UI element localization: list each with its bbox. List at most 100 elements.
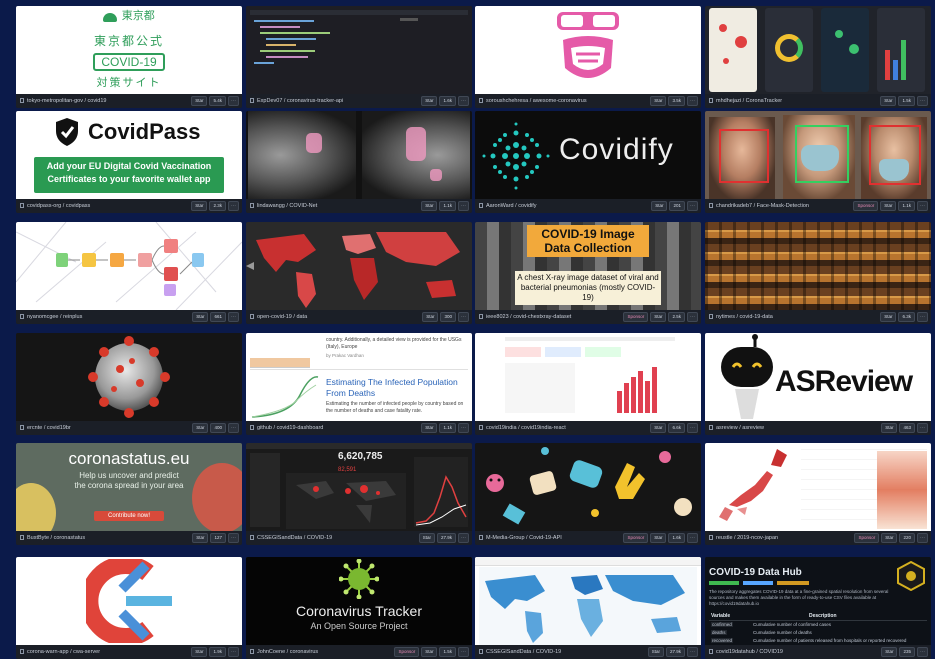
more-options-icon[interactable]: ⋯ — [917, 423, 928, 433]
star-button[interactable]: Star — [881, 533, 898, 543]
repo-card[interactable]: reustle / 2019-ncov-japan Sponsor Star 220… — [705, 443, 931, 545]
more-options-icon[interactable]: ⋯ — [917, 201, 928, 211]
article-title[interactable]: Estimating The Infected Population From … — [326, 377, 466, 399]
sponsor-button[interactable]: Sponsor — [623, 312, 649, 322]
more-options-icon[interactable]: ⋯ — [458, 96, 469, 106]
repo-card[interactable]: ExpDev07 / coronavirus-tracker-api Star 1… — [246, 6, 472, 108]
more-options-icon[interactable]: ⋯ — [687, 533, 698, 543]
repo-link[interactable]: M-Media-Group / Covid-19-API — [486, 535, 562, 541]
repo-card[interactable]: country. Additionally, a detailed view i… — [246, 333, 472, 435]
repo-card[interactable]: Covidify AaronWard / covidify Star 201 ⋯ — [475, 111, 701, 213]
repo-link[interactable]: soroushchehresa / awesome-coronavirus — [486, 98, 587, 104]
repo-link[interactable]: ExpDev07 / coronavirus-tracker-api — [257, 98, 343, 104]
more-options-icon[interactable]: ⋯ — [458, 533, 469, 543]
repo-card[interactable]: ercnte / covid19br Star 400 ⋯ — [16, 333, 242, 435]
repo-link[interactable]: CSSEGISandData / COVID-19 — [257, 535, 332, 541]
repo-link[interactable]: mhdhejazi / CoronaTracker — [716, 98, 782, 104]
more-options-icon[interactable]: ⋯ — [458, 647, 469, 657]
repo-link[interactable]: open-covid-19 / data — [257, 314, 307, 320]
star-button[interactable]: Star — [421, 423, 438, 433]
more-options-icon[interactable]: ⋯ — [228, 312, 239, 322]
repo-card[interactable]: mhdhejazi / CoronaTracker Star 1.5k ⋯ — [705, 6, 931, 108]
repo-link[interactable]: JohnCoene / coronavirus — [257, 649, 318, 655]
contribute-button[interactable]: Contribute now! — [94, 511, 164, 521]
sponsor-button[interactable]: Sponsor — [394, 647, 420, 657]
star-button[interactable]: Star — [651, 201, 668, 211]
star-button[interactable]: Star — [647, 647, 664, 657]
more-options-icon[interactable]: ⋯ — [458, 423, 469, 433]
more-options-icon[interactable]: ⋯ — [458, 312, 469, 322]
star-button[interactable]: Star — [192, 423, 209, 433]
more-options-icon[interactable]: ⋯ — [687, 647, 698, 657]
repo-card[interactable]: covid19india / covid19india-react Star 6.… — [475, 333, 701, 435]
repo-link[interactable]: nyanomcgee / reinplus — [27, 314, 82, 320]
more-options-icon[interactable]: ⋯ — [917, 312, 928, 322]
repo-card[interactable]: CovidPass Add your EU Digital Covid Vacc… — [16, 111, 242, 213]
repo-link[interactable]: AaronWard / covidify — [486, 203, 537, 209]
more-options-icon[interactable]: ⋯ — [228, 201, 239, 211]
more-options-icon[interactable]: ⋯ — [687, 423, 698, 433]
star-button[interactable]: Star — [191, 201, 208, 211]
repo-card[interactable]: 6,620,785 82,591 CSSEGISandData / COVID-… — [246, 443, 472, 545]
star-button[interactable]: Star — [881, 647, 898, 657]
star-button[interactable]: Star — [192, 312, 209, 322]
more-options-icon[interactable]: ⋯ — [228, 647, 239, 657]
more-options-icon[interactable]: ⋯ — [228, 533, 239, 543]
sponsor-button[interactable]: Sponsor — [853, 201, 879, 211]
star-button[interactable]: Star — [880, 312, 897, 322]
more-options-icon[interactable]: ⋯ — [228, 96, 239, 106]
more-options-icon[interactable]: ⋯ — [228, 423, 239, 433]
more-options-icon[interactable]: ⋯ — [917, 96, 928, 106]
more-options-icon[interactable]: ⋯ — [687, 201, 698, 211]
repo-link[interactable]: chandrikadeb7 / Face-Mask-Detection — [716, 203, 809, 209]
repo-link[interactable]: reustle / 2019-ncov-japan — [716, 535, 778, 541]
more-options-icon[interactable]: ⋯ — [917, 533, 928, 543]
star-button[interactable]: Star — [880, 96, 897, 106]
star-button[interactable]: Star — [191, 647, 208, 657]
repo-card[interactable]: M-Media-Group / Covid-19-API Sponsor Star… — [475, 443, 701, 545]
star-button[interactable]: Star — [418, 533, 435, 543]
repo-link[interactable]: tokyo-metropolitan-gov / covid19 — [27, 98, 106, 104]
star-button[interactable]: Star — [650, 312, 667, 322]
more-options-icon[interactable]: ⋯ — [687, 96, 698, 106]
repo-card[interactable]: COVID-19 Data Hub The repository aggrega… — [705, 557, 931, 659]
star-button[interactable]: Star — [880, 201, 897, 211]
more-options-icon[interactable]: ⋯ — [687, 312, 698, 322]
repo-link[interactable]: asreview / asreview — [716, 425, 764, 431]
sponsor-button[interactable]: Sponsor — [854, 533, 880, 543]
repo-card[interactable]: nytimes / covid-19-data Star 6.3k ⋯ — [705, 222, 931, 324]
repo-link[interactable]: lindawangg / COVID-Net — [257, 203, 317, 209]
repo-card[interactable]: Coronavirus Tracker An Open Source Proje… — [246, 557, 472, 659]
repo-card[interactable]: chandrikadeb7 / Face-Mask-Detection Spon… — [705, 111, 931, 213]
repo-link[interactable]: BustByte / coronastatus — [27, 535, 85, 541]
star-button[interactable]: Star — [192, 533, 209, 543]
repo-link[interactable]: ercnte / covid19br — [27, 425, 71, 431]
repo-link[interactable]: CSSEGISandData / COVID-19 — [486, 649, 561, 655]
star-button[interactable]: Star — [650, 423, 667, 433]
sponsor-button[interactable]: Sponsor — [623, 533, 649, 543]
repo-link[interactable]: github / covid19-dashboard — [257, 425, 323, 431]
repo-card[interactable]: coronastatus.eu Help us uncover and pred… — [16, 443, 242, 545]
repo-link[interactable]: ieee8023 / covid-chestxray-dataset — [486, 314, 571, 320]
repo-card[interactable]: open-covid-19 / data Star 300 ⋯ — [246, 222, 472, 324]
repo-card[interactable]: lindawangg / COVID-Net Star 1.1k ⋯ — [246, 111, 472, 213]
repo-link[interactable]: covid19datahub / COVID19 — [716, 649, 783, 655]
repo-link[interactable]: covidpass-org / covidpass — [27, 203, 90, 209]
more-options-icon[interactable]: ⋯ — [458, 201, 469, 211]
star-button[interactable]: Star — [422, 312, 439, 322]
star-button[interactable]: Star — [421, 96, 438, 106]
repo-card[interactable]: nyanomcgee / reinplus Star 661 ⋯ — [16, 222, 242, 324]
repo-card[interactable]: ASReview asreview / asreview Star 463 ⋯ — [705, 333, 931, 435]
star-button[interactable]: Star — [650, 533, 667, 543]
repo-card[interactable]: CSSEGISandData / COVID-19 Star 27.9k ⋯ — [475, 557, 701, 659]
repo-card[interactable]: soroushchehresa / awesome-coronavirus St… — [475, 6, 701, 108]
more-options-icon[interactable]: ⋯ — [917, 647, 928, 657]
repo-link[interactable]: nytimes / covid-19-data — [716, 314, 773, 320]
repo-card[interactable]: corona-warn-app / cwa-server Star 1.9k ⋯ — [16, 557, 242, 659]
star-button[interactable]: Star — [191, 96, 208, 106]
repo-card[interactable]: 東京都 東京都公式 COVID-19 対策サイト tokyo-metropoli… — [16, 6, 242, 108]
star-button[interactable]: Star — [421, 201, 438, 211]
star-button[interactable]: Star — [421, 647, 438, 657]
repo-card[interactable]: COVID-19 Image Data Collection A chest X… — [475, 222, 701, 324]
star-button[interactable]: Star — [650, 96, 667, 106]
